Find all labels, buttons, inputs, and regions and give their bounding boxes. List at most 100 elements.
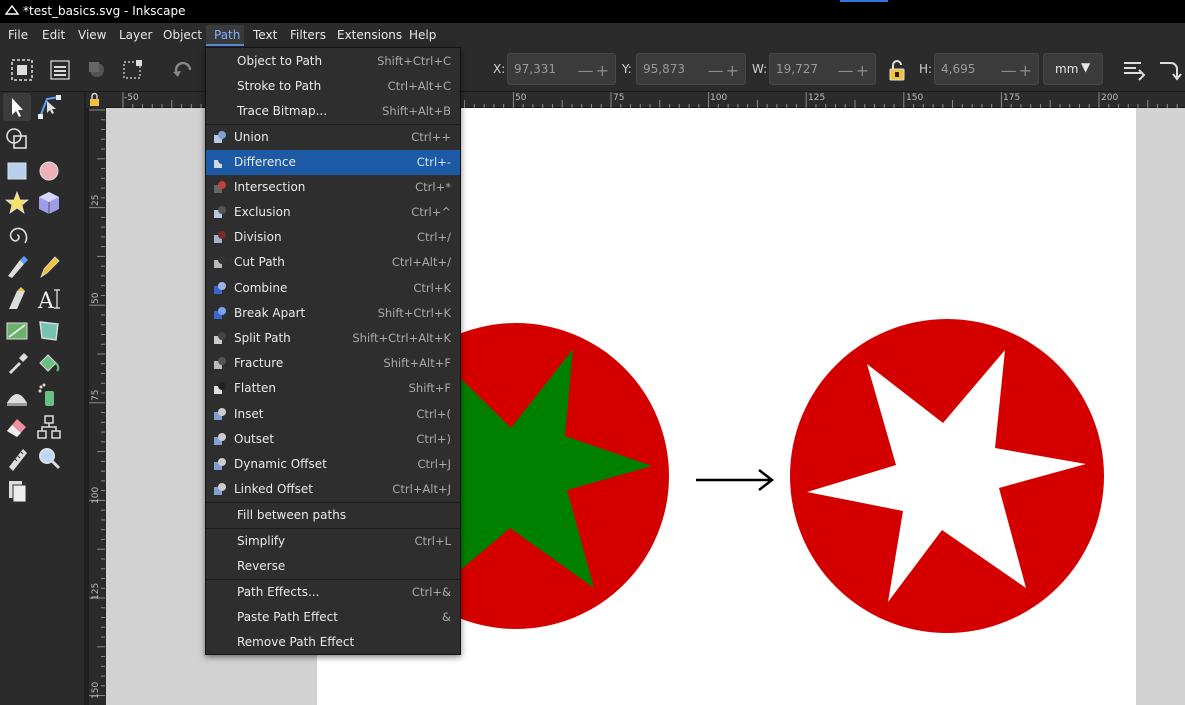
- menu-item-paste-path-effect[interactable]: Paste Path Effect &: [206, 605, 460, 630]
- select-all-layers-icon[interactable]: [47, 57, 73, 83]
- affect-corners-icon[interactable]: [1157, 57, 1183, 83]
- menu-item-linked-offset[interactable]: Linked Offset Ctrl+Alt+J: [206, 477, 460, 502]
- paint-bucket-tool-icon[interactable]: [35, 349, 63, 377]
- deselect-icon[interactable]: [84, 57, 110, 83]
- rectangle-tool-icon[interactable]: [3, 157, 31, 185]
- menu-item-cut-path[interactable]: Cut Path Ctrl+Alt+/: [206, 250, 460, 275]
- cut-path-icon: [214, 256, 226, 268]
- menu-extensions[interactable]: Extensions: [337, 28, 402, 42]
- transform-handles-icon[interactable]: [119, 57, 145, 83]
- eraser-tool-icon[interactable]: [3, 413, 31, 441]
- menu-item-label: Trace Bitmap...: [237, 104, 328, 118]
- menu-item-split-path[interactable]: Split Path Shift+Ctrl+Alt+K: [206, 326, 460, 351]
- ruler-tick-label: 125: [808, 93, 826, 103]
- h-stepper-icon[interactable]: —+: [1001, 61, 1034, 80]
- lock-ratio-icon[interactable]: [884, 57, 910, 83]
- split-path-icon: [214, 332, 226, 344]
- menu-item-difference[interactable]: Difference Ctrl+-: [206, 150, 460, 175]
- menu-path[interactable]: Path: [214, 28, 240, 42]
- unit-select[interactable]: mm ▼: [1043, 53, 1103, 85]
- text-tool-icon[interactable]: A: [35, 285, 63, 313]
- menu-item-inset[interactable]: Inset Ctrl+(: [206, 402, 460, 427]
- menu-item-remove-path-effect[interactable]: Remove Path Effect: [206, 630, 460, 655]
- menu-item-shortcut: Ctrl+-: [416, 155, 451, 169]
- menu-item-stroke-to-path[interactable]: Stroke to Path Ctrl+Alt+C: [206, 74, 460, 99]
- w-stepper-icon[interactable]: —+: [838, 61, 871, 80]
- menu-item-shortcut: Ctrl+Alt+/: [391, 255, 451, 269]
- x-field[interactable]: 97,331 —+: [507, 53, 616, 85]
- measure-tool-icon[interactable]: [3, 445, 31, 473]
- menu-item-path-effects[interactable]: Path Effects... Ctrl+&: [206, 580, 460, 605]
- ruler-tick-label: 100: [91, 486, 101, 504]
- menu-object[interactable]: Object: [163, 28, 202, 42]
- h-value: 4,695: [941, 62, 976, 76]
- x-label: X:: [493, 62, 506, 76]
- h-field[interactable]: 4,695 —+: [934, 53, 1039, 85]
- menu-item-dynamic-offset[interactable]: Dynamic Offset Ctrl+J: [206, 452, 460, 477]
- affect-stroke-icon[interactable]: [1121, 57, 1147, 83]
- spiral-tool-icon[interactable]: [3, 221, 31, 249]
- menu-item-union[interactable]: Union Ctrl++: [206, 125, 460, 150]
- rotate-ccw-icon[interactable]: [170, 57, 196, 83]
- menu-item-label: Remove Path Effect: [237, 635, 355, 649]
- shape-builder-tool-icon[interactable]: [3, 125, 31, 153]
- w-field[interactable]: 19,727 —+: [769, 53, 876, 85]
- 3d-box-tool-icon[interactable]: [35, 189, 63, 217]
- menu-item-fill-between-paths[interactable]: Fill between paths: [206, 503, 460, 528]
- flatten-icon: [214, 382, 226, 394]
- y-stepper-icon[interactable]: —+: [708, 61, 741, 80]
- x-value: 97,331: [514, 62, 556, 76]
- menu-item-break-apart[interactable]: Break Apart Shift+Ctrl+K: [206, 301, 460, 326]
- menu-item-shortcut: Ctrl+J: [417, 457, 452, 471]
- zoom-tool-icon[interactable]: [35, 445, 63, 473]
- menu-filters[interactable]: Filters: [290, 28, 326, 42]
- gradient-tool-icon[interactable]: [3, 317, 31, 345]
- menu-help[interactable]: Help: [409, 28, 436, 42]
- pencil-tool-icon[interactable]: [35, 253, 63, 281]
- inkscape-logo-icon: [5, 4, 19, 15]
- menu-view[interactable]: View: [78, 28, 106, 42]
- x-stepper-icon[interactable]: —+: [578, 61, 611, 80]
- node-tool-icon[interactable]: [35, 93, 63, 121]
- menu-item-outset[interactable]: Outset Ctrl+): [206, 427, 460, 452]
- ruler-tick-label: 150: [906, 93, 924, 103]
- menu-item-label: Simplify: [237, 534, 286, 548]
- menu-item-object-to-path[interactable]: Object to Path Shift+Ctrl+C: [206, 49, 460, 74]
- w-label: W:: [752, 62, 768, 76]
- select-all-icon[interactable]: [9, 57, 35, 83]
- ellipse-tool-icon[interactable]: [35, 157, 63, 185]
- menu-item-intersection[interactable]: Intersection Ctrl+*: [206, 175, 460, 200]
- mesh-tool-icon[interactable]: [35, 317, 63, 345]
- selector-tool-icon[interactable]: [3, 93, 31, 121]
- menu-item-exclusion[interactable]: Exclusion Ctrl+^: [206, 200, 460, 225]
- calligraphy-tool-icon[interactable]: [3, 285, 31, 313]
- union-icon: [214, 131, 226, 143]
- menu-item-label: Division: [234, 230, 282, 244]
- menu-item-combine[interactable]: Combine Ctrl+K: [206, 276, 460, 301]
- menu-item-flatten[interactable]: Flatten Shift+F: [206, 376, 460, 401]
- pages-tool-icon[interactable]: [3, 477, 31, 505]
- menu-file[interactable]: File: [8, 28, 28, 42]
- menu-item-reverse[interactable]: Reverse: [206, 554, 460, 579]
- menu-text[interactable]: Text: [253, 28, 277, 42]
- menu-layer[interactable]: Layer: [119, 28, 152, 42]
- menu-edit[interactable]: Edit: [42, 28, 65, 42]
- menu-item-label: Fill between paths: [237, 508, 347, 522]
- y-field[interactable]: 95,873 —+: [636, 53, 746, 85]
- lock-guides-icon[interactable]: [86, 92, 106, 108]
- chevron-down-icon: ▼: [1081, 60, 1091, 74]
- pen-tool-icon[interactable]: [3, 253, 31, 281]
- tweak-tool-icon[interactable]: [3, 381, 31, 409]
- spray-tool-icon[interactable]: [35, 381, 63, 409]
- dropper-tool-icon[interactable]: [3, 349, 31, 377]
- unit-value: mm: [1055, 62, 1079, 76]
- menu-item-shortcut: Ctrl+Alt+J: [392, 482, 451, 496]
- ruler-tick-label: 125: [91, 582, 101, 600]
- menu-item-simplify[interactable]: Simplify Ctrl+L: [206, 529, 460, 554]
- menu-item-fracture[interactable]: Fracture Shift+Alt+F: [206, 351, 460, 376]
- star-tool-icon[interactable]: [3, 189, 31, 217]
- menu-item-trace-bitmap[interactable]: Trace Bitmap... Shift+Alt+B: [206, 99, 460, 124]
- connector-tool-icon[interactable]: [35, 413, 63, 441]
- menu-item-division[interactable]: Division Ctrl+/: [206, 225, 460, 250]
- menu-item-label: Dynamic Offset: [234, 457, 327, 471]
